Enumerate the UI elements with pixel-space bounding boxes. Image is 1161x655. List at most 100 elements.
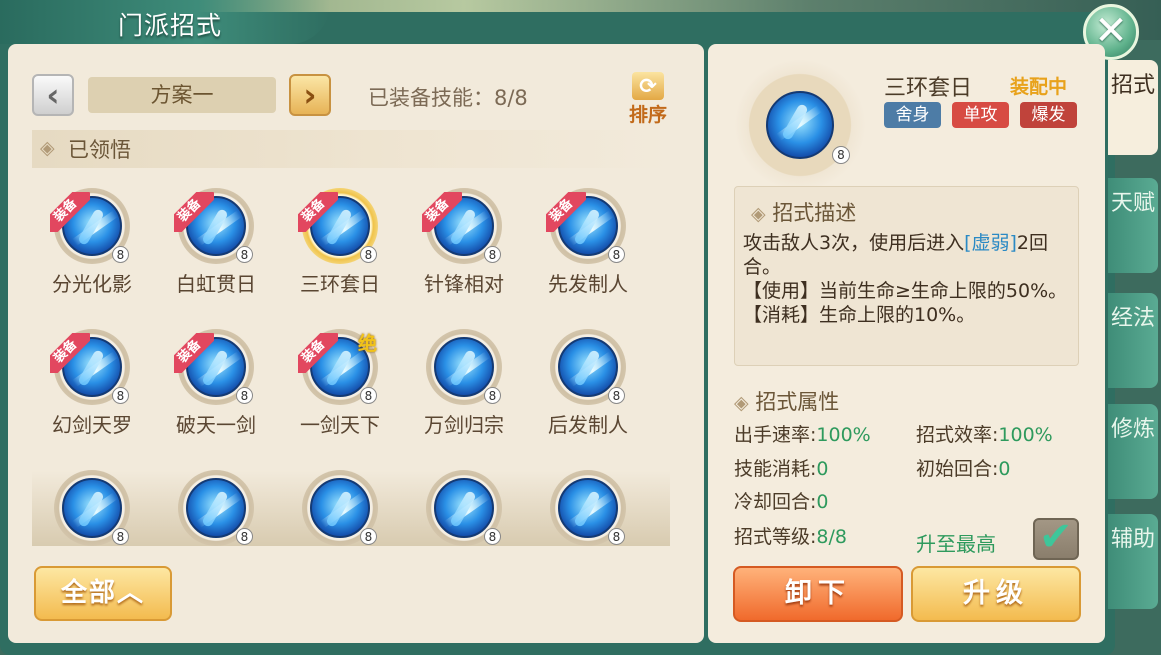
skill-name: 分光化影 xyxy=(52,272,132,296)
selected-skill-icon-frame: 8 xyxy=(735,60,865,190)
chevron-left-icon: ‹ xyxy=(46,76,60,114)
skill-level-badge: 8 xyxy=(484,246,501,263)
skill-slot[interactable]: 装备 8 三环套日 xyxy=(280,170,400,310)
equipped-badge: 装备 xyxy=(298,192,338,232)
equipped-badge: 装备 xyxy=(422,192,462,232)
ultimate-badge: 绝 xyxy=(358,333,378,355)
diamond-icon: ◈ xyxy=(751,203,766,225)
desc-use: 【使用】当前生命≥生命上限的50%。 xyxy=(743,280,1068,302)
skill-slot[interactable]: 装备 8 破天一剑 xyxy=(156,311,276,451)
title-bar: 门派招式 xyxy=(0,0,330,44)
description-title-text: 招式描述 xyxy=(772,201,857,225)
attr-efficiency: 招式效率:100% xyxy=(916,424,1053,446)
equipped-badge: 装备 xyxy=(546,192,586,232)
skill-level-badge: 8 xyxy=(360,387,377,404)
skill-grid: 装备 8 分光化影 装备 8 白虹贯日 装备 8 三环套日 装备 8 针锋相对 装备 8 先发制人 装备 8 幻剑… xyxy=(32,170,670,546)
skill-level-badge: 8 xyxy=(360,246,377,263)
skill-name: 幻剑天罗 xyxy=(52,413,132,437)
skill-slot[interactable]: 装备绝 8 一剑天下 xyxy=(280,311,400,451)
tag-single-target: 单攻 xyxy=(952,102,1009,128)
tab-skills[interactable]: 招式 xyxy=(1108,60,1158,155)
equipped-badge: 装备 xyxy=(174,333,214,373)
skill-slot[interactable]: 8 xyxy=(528,452,648,546)
plan-name: 方案一 xyxy=(88,77,276,113)
tab-talent[interactable]: 天赋 xyxy=(1108,178,1158,273)
sort-label: 排序 xyxy=(628,104,667,126)
sword-icon xyxy=(310,478,370,538)
tag-self-sacrifice: 舍身 xyxy=(884,102,941,128)
learned-section-title: 已领悟 xyxy=(68,138,131,162)
skill-slot[interactable]: 装备 8 分光化影 xyxy=(32,170,152,310)
attributes-title: ◈ 招式属性 xyxy=(734,386,839,416)
skill-name: 万剑归宗 xyxy=(424,413,504,437)
refresh-icon: ⟳ xyxy=(632,72,664,100)
skill-level-badge: 8 xyxy=(484,528,501,545)
skill-level-badge: 8 xyxy=(112,528,129,545)
equipped-badge: 装备 xyxy=(298,333,338,373)
description-box: ◈ 招式描述 攻击敌人3次，使用后进入[虚弱]2回合。 【使用】当前生命≥生命上… xyxy=(734,186,1079,366)
desc-highlight: [虚弱] xyxy=(964,232,1017,254)
skill-level-badge: 8 xyxy=(112,246,129,263)
skill-slot[interactable]: 装备 8 先发制人 xyxy=(528,170,648,310)
sword-icon xyxy=(558,478,618,538)
skill-level-badge: 8 xyxy=(236,387,253,404)
equipped-count: 已装备技能：8/8 xyxy=(368,86,528,110)
skill-slot[interactable]: 8 xyxy=(280,452,400,546)
tab-cultivation[interactable]: 修炼 xyxy=(1108,404,1158,499)
equipped-badge: 装备 xyxy=(50,333,90,373)
skill-slot[interactable]: 8 xyxy=(156,452,276,546)
skill-name: 后发制人 xyxy=(548,413,628,437)
skill-slot[interactable]: 8 后发制人 xyxy=(528,311,648,451)
check-icon: ✔ xyxy=(1039,514,1073,560)
skill-level-badge: 8 xyxy=(608,528,625,545)
skill-name: 破天一剑 xyxy=(176,413,256,437)
skill-name: 针锋相对 xyxy=(424,272,504,296)
skill-name: 先发制人 xyxy=(548,272,628,296)
desc-part1: 攻击敌人3次，使用后进入 xyxy=(743,232,965,254)
sort-button[interactable]: ⟳ 排序 xyxy=(622,72,674,128)
skill-level-badge: 8 xyxy=(236,246,253,263)
skill-level-badge: 8 xyxy=(832,146,850,164)
tab-assist[interactable]: 辅助 xyxy=(1108,514,1158,609)
diamond-icon: ◈ xyxy=(40,137,55,159)
skill-level-badge: 8 xyxy=(360,528,377,545)
skill-name: 一剑天下 xyxy=(300,413,380,437)
skill-slot[interactable]: 8 万剑归宗 xyxy=(404,311,524,451)
skill-level-badge: 8 xyxy=(484,387,501,404)
description-title: ◈ 招式描述 xyxy=(751,197,856,227)
prev-plan-button[interactable]: ‹ xyxy=(32,74,74,116)
sword-icon xyxy=(434,337,494,397)
next-plan-button[interactable]: › xyxy=(289,74,331,116)
skill-level-badge: 8 xyxy=(608,246,625,263)
attr-cooldown: 冷却回合:0 xyxy=(734,491,829,513)
unequip-button[interactable]: 卸下 xyxy=(733,566,903,622)
selected-skill-name: 三环套日 xyxy=(884,76,973,101)
tab-scripture[interactable]: 经法 xyxy=(1108,293,1158,388)
skill-name: 三环套日 xyxy=(300,272,380,296)
skill-slot[interactable]: 装备 8 幻剑天罗 xyxy=(32,311,152,451)
upgrade-to-max-checkbox[interactable]: ✔ xyxy=(1033,514,1079,560)
sword-icon xyxy=(186,478,246,538)
tag-burst: 爆发 xyxy=(1020,102,1077,128)
skill-slot[interactable]: 8 xyxy=(32,452,152,546)
desc-cost: 【消耗】生命上限的10%。 xyxy=(743,304,976,326)
chevron-right-icon: › xyxy=(303,76,317,114)
skill-slot[interactable]: 装备 8 白虹贯日 xyxy=(156,170,276,310)
description-text: 攻击敌人3次，使用后进入[虚弱]2回合。 【使用】当前生命≥生命上限的50%。 … xyxy=(743,231,1073,327)
filter-all-button[interactable]: 全部︿ xyxy=(34,566,172,621)
sword-icon xyxy=(558,337,618,397)
skill-slot[interactable]: 8 xyxy=(404,452,524,546)
attr-initial-round: 初始回合:0 xyxy=(916,458,1011,480)
upgrade-button[interactable]: 升级 xyxy=(911,566,1081,622)
skill-slot[interactable]: 装备 8 针锋相对 xyxy=(404,170,524,310)
window-title: 门派招式 xyxy=(118,11,223,40)
diamond-icon: ◈ xyxy=(734,392,749,414)
skill-level-badge: 8 xyxy=(608,387,625,404)
equip-status: 装配中 xyxy=(1010,76,1068,98)
attributes-title-text: 招式属性 xyxy=(755,390,840,414)
skill-level-badge: 8 xyxy=(236,528,253,545)
sword-icon xyxy=(62,478,122,538)
attr-cost: 技能消耗:0 xyxy=(734,458,829,480)
skill-name: 白虹贯日 xyxy=(176,272,256,296)
equipped-badge: 装备 xyxy=(174,192,214,232)
